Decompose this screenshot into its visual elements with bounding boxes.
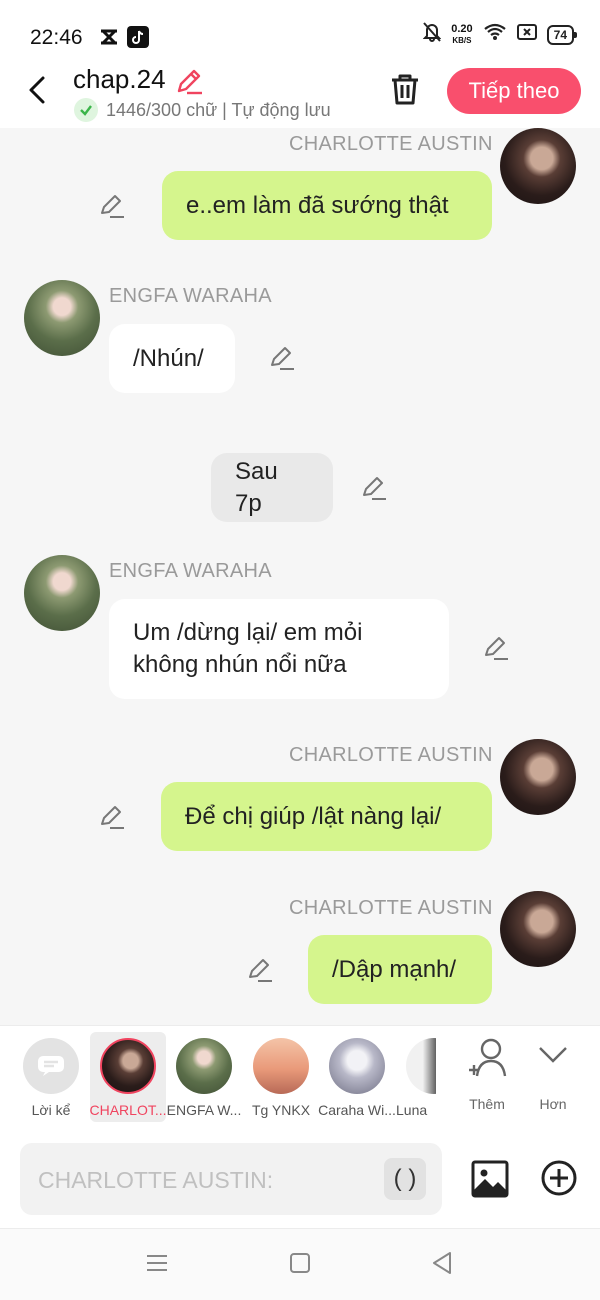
back-button[interactable] (22, 72, 52, 108)
character-luna[interactable]: Luna (396, 1032, 436, 1122)
chat-area[interactable]: CHARLOTTE AUSTIN e..em làm đã sướng thật… (0, 128, 600, 1025)
mute-bell-icon (422, 22, 442, 47)
edit-title-icon[interactable] (174, 66, 204, 101)
avatar[interactable] (500, 128, 576, 204)
chapter-title[interactable]: chap.24 (73, 64, 166, 95)
more-label: Hơn (539, 1096, 567, 1112)
character-label: Luna (396, 1102, 428, 1118)
capcut-icon (98, 26, 120, 48)
message-bubble[interactable]: /Dập mạnh/ (308, 935, 492, 1004)
input-area: CHARLOTTE AUSTIN: ( ) (0, 1133, 600, 1228)
character-label: Tg YNKX (251, 1102, 311, 1118)
character-tg[interactable]: Tg YNKX (243, 1032, 319, 1122)
screen-record-icon (516, 24, 537, 45)
status-bar: 22:46 0.20 KB/S 74 (0, 0, 600, 60)
character-label: CHARLOT... (89, 1102, 167, 1118)
avatar (100, 1038, 156, 1094)
narration-bubble[interactable]: Sau 7p (211, 453, 333, 522)
status-time: 22:46 (30, 26, 83, 49)
next-button[interactable]: Tiếp theo (447, 68, 581, 114)
sender-name: CHARLOTTE AUSTIN (289, 133, 493, 155)
narrator-icon (23, 1038, 79, 1094)
character-caraha[interactable]: Caraha Wi... (318, 1032, 396, 1122)
net-speed: 0.20 KB/S (451, 22, 473, 45)
more-button[interactable]: Hơn (518, 1036, 588, 1126)
check-icon (74, 98, 98, 122)
word-count: 1446/300 chữ | Tự động lưu (106, 99, 331, 120)
image-icon[interactable] (470, 1159, 510, 1204)
add-user-icon (469, 1038, 507, 1077)
sender-name: ENGFA WARAHA (109, 285, 272, 307)
character-selector: Lời kể CHARLOT... ENGFA W... Tg YNKX Car… (0, 1025, 600, 1133)
avatar (329, 1038, 385, 1094)
character-narrator[interactable]: Lời kể (13, 1032, 89, 1122)
sender-name: CHARLOTTE AUSTIN (289, 897, 493, 919)
system-nav-bar (0, 1228, 600, 1300)
parentheses-button[interactable]: ( ) (384, 1158, 426, 1200)
avatar (176, 1038, 232, 1094)
add-label: Thêm (469, 1096, 505, 1112)
avatar[interactable] (500, 739, 576, 815)
avatar (253, 1038, 309, 1094)
tiktok-icon (127, 26, 149, 48)
sender-name: ENGFA WARAHA (109, 560, 272, 582)
input-placeholder: CHARLOTTE AUSTIN: (38, 1167, 274, 1193)
save-status: 1446/300 chữ | Tự động lưu (74, 98, 331, 122)
avatar[interactable] (500, 891, 576, 967)
back-nav-icon[interactable] (430, 1251, 454, 1280)
avatar (406, 1038, 436, 1094)
message-bubble[interactable]: /Nhún/ (109, 324, 235, 393)
battery-indicator: 74 (546, 24, 578, 45)
message-input[interactable]: CHARLOTTE AUSTIN: ( ) (20, 1143, 442, 1215)
trash-icon[interactable] (388, 72, 422, 111)
message-bubble[interactable]: Để chị giúp /lật nàng lại/ (161, 782, 492, 851)
message-bubble[interactable]: e..em làm đã sướng thật (162, 171, 492, 240)
message-bubble[interactable]: Um /dừng lại/ em mỏi không nhún nổi nữa (109, 599, 449, 699)
chevron-left-icon (29, 76, 45, 104)
character-charlotte[interactable]: CHARLOT... (89, 1032, 167, 1122)
sender-name: CHARLOTTE AUSTIN (289, 744, 493, 766)
edit-message-icon[interactable] (98, 192, 126, 220)
edit-message-icon[interactable] (482, 634, 510, 662)
edit-message-icon[interactable] (98, 803, 126, 831)
character-label: Caraha Wi... (318, 1102, 396, 1118)
edit-message-icon[interactable] (246, 956, 274, 984)
chevron-down-icon (539, 1047, 567, 1063)
menu-icon[interactable] (145, 1251, 169, 1280)
character-engfa[interactable]: ENGFA W... (166, 1032, 242, 1122)
home-icon[interactable] (289, 1251, 311, 1280)
avatar[interactable] (24, 555, 100, 631)
editor-header: chap.24 1446/300 chữ | Tự động lưu Tiếp … (0, 60, 600, 128)
character-label: ENGFA W... (166, 1102, 242, 1118)
add-character-button[interactable]: Thêm (452, 1036, 522, 1126)
add-icon[interactable] (540, 1159, 578, 1202)
edit-message-icon[interactable] (360, 474, 388, 502)
character-label: Lời kể (31, 1102, 71, 1118)
wifi-icon (483, 23, 507, 46)
edit-message-icon[interactable] (268, 344, 296, 372)
avatar[interactable] (24, 280, 100, 356)
